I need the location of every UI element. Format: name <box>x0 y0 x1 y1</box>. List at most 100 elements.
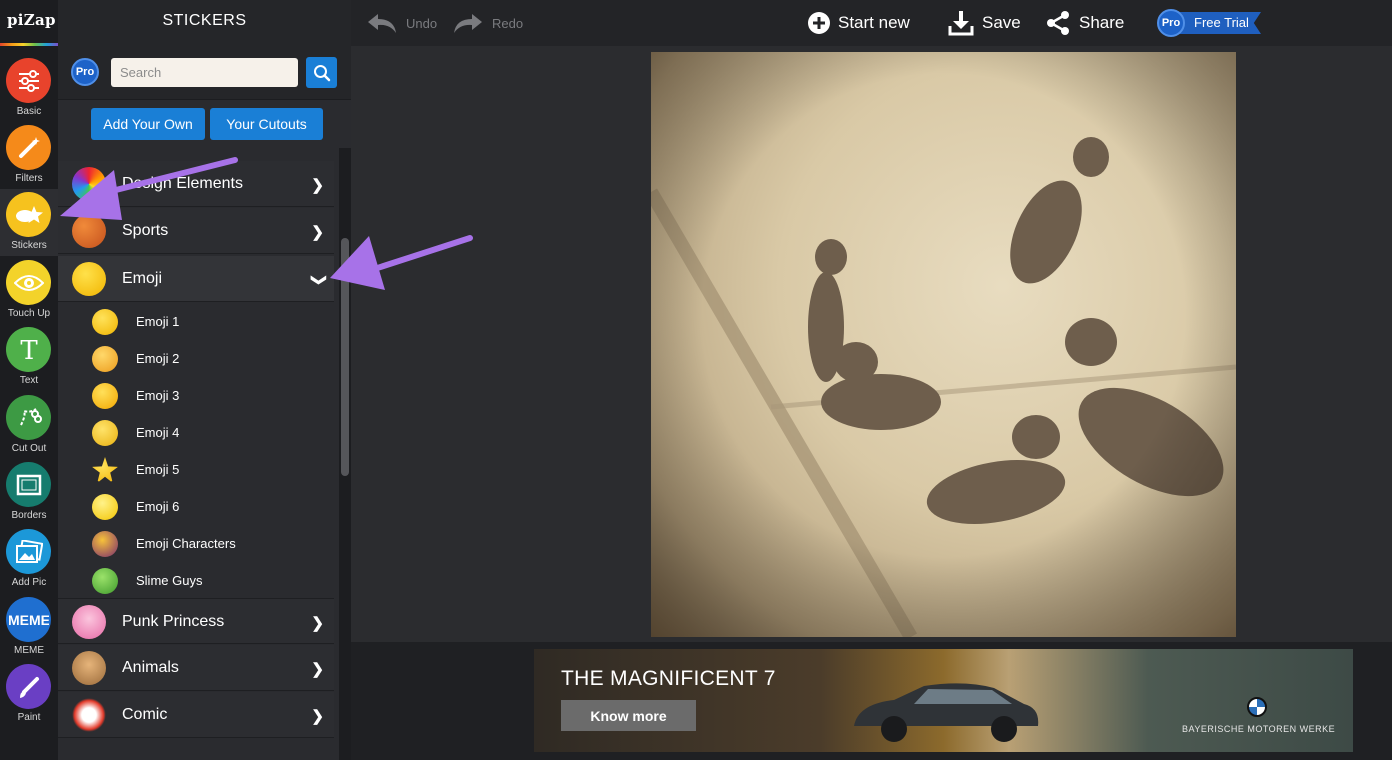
svg-text:MEME: MEME <box>9 612 49 628</box>
star-icon <box>92 457 118 483</box>
category-emoji[interactable]: Emoji ❯ <box>58 256 334 302</box>
category-label: Sports <box>122 222 169 239</box>
rainbow-icon <box>72 167 106 201</box>
download-icon <box>948 11 974 36</box>
category-label: Design Elements <box>122 175 243 192</box>
eye-icon <box>6 260 51 305</box>
search-button[interactable] <box>306 57 337 88</box>
pro-badge[interactable]: Pro <box>71 58 99 86</box>
undo-icon <box>368 14 396 33</box>
your-cutouts-button[interactable]: Your Cutouts <box>210 108 323 140</box>
smiley-icon <box>92 346 118 372</box>
category-punk-princess[interactable]: Punk Princess ❯ <box>58 598 334 644</box>
chevron-right-icon: ❯ <box>311 224 324 241</box>
sticker-search-input[interactable] <box>111 58 298 87</box>
category-label: Comic <box>122 706 168 723</box>
chevron-right-icon: ❯ <box>311 708 324 725</box>
start-new-button[interactable]: Start new <box>808 0 910 46</box>
tool-add-pic[interactable]: Add Pic <box>0 526 58 593</box>
subcategory-label: Emoji 1 <box>136 314 180 329</box>
subcategory-slime-guys[interactable]: Slime Guys <box>58 562 334 599</box>
edited-photo[interactable] <box>651 52 1236 637</box>
tool-stickers[interactable]: Stickers <box>0 189 58 256</box>
save-label: Save <box>982 13 1021 32</box>
comic-burst-icon <box>72 698 106 732</box>
tool-meme[interactable]: MEME MEME <box>0 594 58 661</box>
sticker-category-list: Design Elements ❯ Sports ❯ Emoji ❯ Emoji… <box>58 148 334 760</box>
tool-cut-out[interactable]: Cut Out <box>0 392 58 459</box>
subcategory-emoji-2[interactable]: Emoji 2 <box>58 340 334 377</box>
editor-canvas-area <box>351 46 1392 642</box>
sliders-icon <box>6 58 51 103</box>
share-icon <box>1047 11 1069 35</box>
redo-button[interactable]: Redo <box>452 0 523 46</box>
tool-label: Add Pic <box>11 577 47 588</box>
subcategory-label: Emoji 2 <box>136 351 180 366</box>
logo-color-stripe <box>0 43 58 46</box>
tool-label: Touch Up <box>7 308 51 319</box>
meme-icon: MEME <box>6 597 51 642</box>
sticker-star-icon <box>6 192 51 237</box>
tool-label: Filters <box>15 173 43 184</box>
plus-circle-icon <box>808 12 830 34</box>
smiley-icon <box>92 494 118 520</box>
search-icon <box>313 64 330 81</box>
pro-badge: Pro <box>1157 9 1185 37</box>
free-trial-button[interactable]: Pro Free Trial <box>1157 9 1267 37</box>
tool-label: Stickers <box>11 240 47 251</box>
add-your-own-button[interactable]: Add Your Own <box>91 108 205 140</box>
subcategory-emoji-3[interactable]: Emoji 3 <box>58 377 334 414</box>
advertisement-banner[interactable]: THE MAGNIFICENT 7 Know more BAYERISCHE M… <box>534 649 1353 752</box>
panel-title: STICKERS <box>162 12 247 29</box>
category-scrollbar[interactable] <box>339 148 351 760</box>
subcategory-label: Emoji Characters <box>136 536 236 551</box>
share-button[interactable]: Share <box>1045 0 1124 46</box>
scrollbar-thumb[interactable] <box>341 238 349 476</box>
stickers-panel: STICKERS Pro Add Your Own Your Cutouts D… <box>58 0 351 760</box>
subcategory-emoji-6[interactable]: Emoji 6 <box>58 488 334 525</box>
share-label: Share <box>1079 13 1125 32</box>
category-sports[interactable]: Sports ❯ <box>58 208 334 254</box>
subcategory-emoji-characters[interactable]: Emoji Characters <box>58 525 334 562</box>
subcategory-label: Emoji 3 <box>136 388 180 403</box>
category-comic[interactable]: Comic ❯ <box>58 692 334 738</box>
ad-area: THE MAGNIFICENT 7 Know more BAYERISCHE M… <box>351 642 1392 760</box>
smiley-icon <box>92 309 118 335</box>
category-label: Emoji <box>122 270 163 287</box>
tool-paint[interactable]: Paint <box>0 661 58 728</box>
know-more-button[interactable]: Know more <box>561 700 696 731</box>
chevron-down-icon: ❯ <box>310 273 328 287</box>
subcategory-emoji-1[interactable]: Emoji 1 <box>58 303 334 340</box>
save-button[interactable]: Save <box>948 0 1021 46</box>
top-toolbar: Undo Redo Start new Save Share Pro Free … <box>351 0 1392 46</box>
tool-text[interactable]: T Text <box>0 324 58 391</box>
subcategory-label: Emoji 5 <box>136 462 180 477</box>
undo-button[interactable]: Undo <box>366 0 437 46</box>
subcategory-emoji-4[interactable]: Emoji 4 <box>58 414 334 451</box>
chevron-right-icon: ❯ <box>311 177 324 194</box>
tool-basic[interactable]: Basic <box>0 55 58 122</box>
redo-icon <box>454 14 482 33</box>
tool-label: Text <box>19 375 39 386</box>
paint-brush-icon <box>6 664 51 709</box>
border-frame-icon <box>6 462 51 507</box>
redo-label: Redo <box>492 15 524 31</box>
tool-borders[interactable]: Borders <box>0 459 58 526</box>
app-logo[interactable]: piZap <box>0 0 58 46</box>
tool-label: Cut Out <box>11 443 47 454</box>
emoji-face-icon <box>72 262 106 296</box>
category-animals[interactable]: Animals ❯ <box>58 645 334 691</box>
logo-text: piZap <box>7 11 56 29</box>
tool-filters[interactable]: Filters <box>0 122 58 189</box>
free-trial-label: Free Trial <box>1194 15 1249 30</box>
start-new-label: Start new <box>838 13 910 32</box>
chevron-right-icon: ❯ <box>311 615 324 632</box>
category-design-elements[interactable]: Design Elements ❯ <box>58 161 334 207</box>
subcategory-label: Emoji 6 <box>136 499 180 514</box>
tool-label: MEME <box>14 645 44 656</box>
photo-image <box>651 52 1236 637</box>
subcategory-emoji-5[interactable]: Emoji 5 <box>58 451 334 488</box>
tool-touch-up[interactable]: Touch Up <box>0 257 58 324</box>
magic-wand-icon <box>6 125 51 170</box>
smiley-icon <box>92 383 118 409</box>
